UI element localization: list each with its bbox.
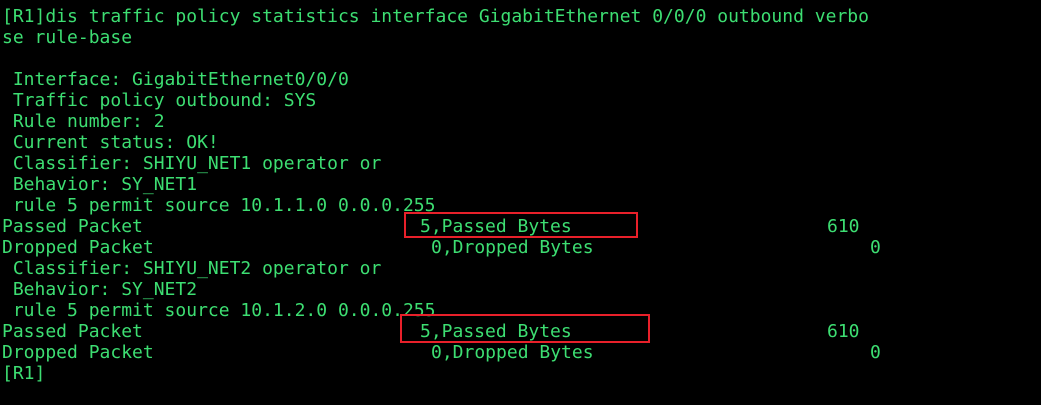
policy-line: Traffic policy outbound: SYS	[2, 90, 317, 111]
dropped-bytes-value: 0	[870, 342, 881, 363]
rule-line: rule 5 permit source 10.1.2.0 0.0.0.255	[2, 300, 436, 321]
highlight-box	[400, 314, 650, 343]
command-line-2: se rule-base	[2, 27, 133, 48]
dropped-packet-label: Dropped Packet	[2, 237, 154, 258]
dropped-packet-value: 0,Dropped Bytes	[431, 237, 594, 258]
dropped-packet-label: Dropped Packet	[2, 342, 154, 363]
behavior-line: Behavior: SY_NET2	[2, 279, 198, 300]
highlight-box	[404, 212, 638, 238]
prompt-line[interactable]: [R1]	[2, 363, 45, 384]
classifier-line: Classifier: SHIYU_NET2 operator or	[2, 258, 382, 279]
terminal-window[interactable]: [R1]dis traffic policy statistics interf…	[0, 0, 1041, 405]
dropped-bytes-value: 0	[870, 237, 881, 258]
rule-number-line: Rule number: 2	[2, 111, 165, 132]
passed-packet-label: Passed Packet	[2, 216, 143, 237]
behavior-line: Behavior: SY_NET1	[2, 174, 198, 195]
passed-packet-label: Passed Packet	[2, 321, 143, 342]
interface-line: Interface: GigabitEthernet0/0/0	[2, 69, 349, 90]
classifier-line: Classifier: SHIYU_NET1 operator or	[2, 153, 382, 174]
status-line: Current status: OK!	[2, 132, 219, 153]
command-line-1: [R1]dis traffic policy statistics interf…	[2, 6, 869, 27]
passed-bytes-value: 610	[827, 216, 860, 237]
rule-line: rule 5 permit source 10.1.1.0 0.0.0.255	[2, 195, 436, 216]
passed-bytes-value: 610	[827, 321, 860, 342]
dropped-packet-value: 0,Dropped Bytes	[431, 342, 594, 363]
